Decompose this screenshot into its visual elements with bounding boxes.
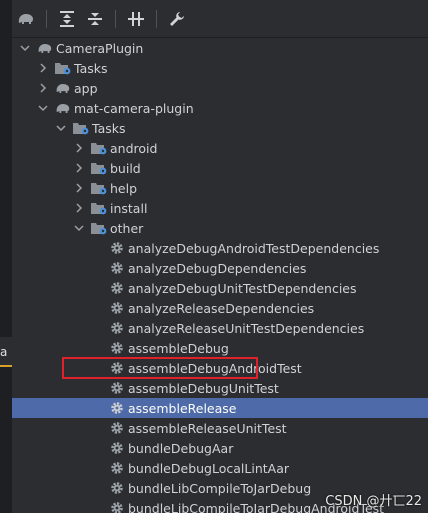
gear-icon (109, 400, 125, 416)
task-folder-icon (91, 180, 107, 196)
chevron-right-icon[interactable] (74, 178, 84, 198)
tree-node-label: other (110, 220, 144, 236)
task-folder-icon (91, 160, 107, 176)
task-label: bundleDebugAar (128, 440, 234, 456)
collapse-all-icon[interactable] (81, 6, 109, 32)
task-item[interactable]: bundleDebugLocalLintAar (12, 458, 428, 478)
chevron-right-icon[interactable] (38, 78, 48, 98)
task-label: bundleDebugLocalLintAar (128, 460, 289, 476)
tree-node-label: CameraPlugin (56, 40, 144, 56)
toolbar-separator (156, 9, 157, 28)
task-label: analyzeReleaseUnitTestDependencies (128, 320, 365, 336)
wrench-icon[interactable] (163, 6, 191, 32)
tree-node-group[interactable]: install (12, 198, 428, 218)
task-label: analyzeDebugUnitTestDependencies (128, 280, 357, 296)
tree-node-group[interactable]: help (12, 178, 428, 198)
gear-icon (109, 320, 125, 336)
task-item-selected[interactable]: assembleRelease (12, 398, 428, 418)
gear-icon (109, 300, 125, 316)
left-tool-gutter: a (0, 0, 12, 513)
gear-icon (109, 420, 125, 436)
tree-node-label: android (110, 140, 158, 156)
gear-icon (109, 440, 125, 456)
elephant-icon (37, 40, 53, 56)
tree-node-project[interactable]: CameraPlugin (12, 38, 428, 58)
task-item[interactable]: assembleDebug (12, 338, 428, 358)
tree-node-module[interactable]: mat-camera-plugin (12, 98, 428, 118)
toolbar-separator (46, 9, 47, 28)
gear-icon (109, 360, 125, 376)
chevron-right-icon[interactable] (74, 158, 84, 178)
chevron-right-icon[interactable] (74, 198, 84, 218)
tree-node-app[interactable]: app (12, 78, 428, 98)
tree-node-module-tasks[interactable]: Tasks (12, 118, 428, 138)
task-item[interactable]: analyzeReleaseUnitTestDependencies (12, 318, 428, 338)
gradle-toolbar (12, 0, 428, 38)
gear-icon (109, 460, 125, 476)
tree-node-label: mat-camera-plugin (74, 100, 194, 116)
chevron-down-icon[interactable] (20, 38, 30, 58)
gear-icon (109, 260, 125, 276)
task-folder-icon (91, 220, 107, 236)
gear-icon (109, 380, 125, 396)
chevron-down-icon[interactable] (38, 98, 48, 118)
task-folder-icon (91, 140, 107, 156)
task-label: assembleRelease (128, 400, 237, 416)
task-item[interactable]: analyzeReleaseDependencies (12, 298, 428, 318)
tree-node-label: install (110, 200, 148, 216)
chevron-right-icon[interactable] (74, 138, 84, 158)
chevron-down-icon[interactable] (56, 118, 66, 138)
gear-icon (109, 480, 125, 496)
task-item[interactable]: assembleReleaseUnitTest (12, 418, 428, 438)
task-folder-icon (55, 60, 71, 76)
tree-node-label: Tasks (92, 120, 126, 136)
gear-icon (109, 240, 125, 256)
tree-node-group[interactable]: android (12, 138, 428, 158)
gear-icon (109, 340, 125, 356)
tree-node-label: app (74, 80, 98, 96)
gradle-task-tree: CameraPlugin Tasks app mat-camera-plugin… (12, 38, 428, 513)
chevron-down-icon[interactable] (74, 218, 84, 238)
elephant-icon (55, 100, 71, 116)
toggle-offline-icon[interactable] (122, 6, 150, 32)
gear-icon (109, 280, 125, 296)
task-folder-icon (73, 120, 89, 136)
task-label: assembleDebugAndroidTest (128, 360, 302, 376)
tree-node-group[interactable]: build (12, 158, 428, 178)
watermark: CSDN @廾匸22 (325, 494, 422, 509)
task-label: bundleLibCompileToJarDebug (128, 480, 312, 496)
gear-icon (109, 500, 125, 513)
task-label: analyzeDebugAndroidTestDependencies (128, 240, 380, 256)
task-item[interactable]: assembleDebugUnitTest (12, 378, 428, 398)
tree-node-label: Tasks (74, 60, 108, 76)
tree-node-group[interactable]: other (12, 218, 428, 238)
task-item[interactable]: bundleDebugAar (12, 438, 428, 458)
gutter-tab[interactable]: a (0, 337, 12, 367)
task-label: analyzeReleaseDependencies (128, 300, 315, 316)
tree-node-label: help (110, 180, 138, 196)
task-item[interactable]: analyzeDebugDependencies (12, 258, 428, 278)
task-label: analyzeDebugDependencies (128, 260, 307, 276)
expand-all-icon[interactable] (53, 6, 81, 32)
task-label: assembleDebugUnitTest (128, 380, 279, 396)
task-item[interactable]: assembleDebugAndroidTest (12, 358, 428, 378)
elephant-icon (55, 80, 71, 96)
task-item[interactable]: analyzeDebugUnitTestDependencies (12, 278, 428, 298)
task-item[interactable]: analyzeDebugAndroidTestDependencies (12, 238, 428, 258)
task-label: assembleReleaseUnitTest (128, 420, 287, 436)
tree-node-label: build (110, 160, 141, 176)
chevron-right-icon[interactable] (38, 58, 48, 78)
tree-node-project-tasks[interactable]: Tasks (12, 58, 428, 78)
toolbar-separator (115, 9, 116, 28)
elephant-icon[interactable] (12, 6, 40, 32)
task-label: assembleDebug (128, 340, 229, 356)
task-folder-icon (91, 200, 107, 216)
